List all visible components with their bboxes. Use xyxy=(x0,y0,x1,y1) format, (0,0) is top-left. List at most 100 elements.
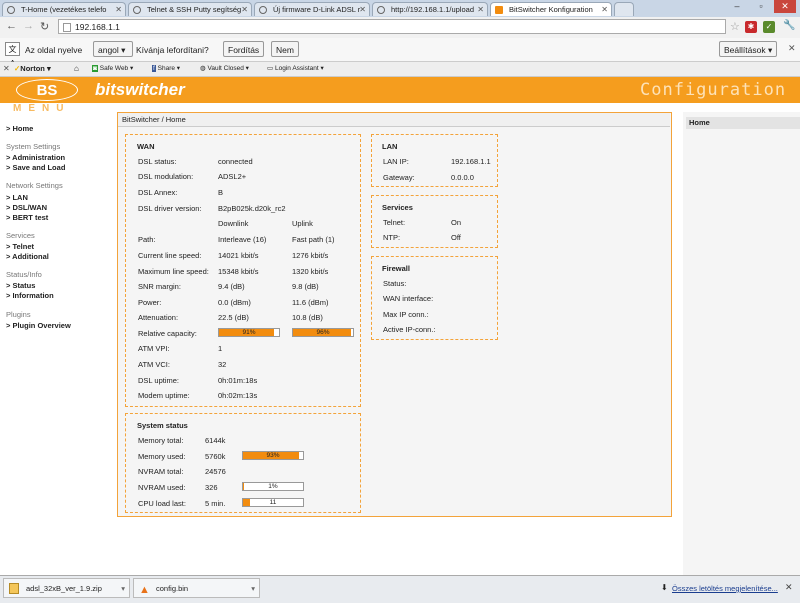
attenuation-label: Attenuation: xyxy=(138,313,179,322)
close-icon[interactable]: ✕ xyxy=(115,3,122,16)
breadcrumb: BitSwitcher / Home xyxy=(118,113,670,127)
close-icon[interactable]: ✕ xyxy=(788,43,796,54)
memory-used-bar: 93% xyxy=(242,451,304,460)
power-up: 11.6 (dBm) xyxy=(292,298,329,307)
active-ip-conn-label: Active IP-conn.: xyxy=(383,325,436,334)
right-panel-home[interactable]: Home xyxy=(686,117,800,129)
close-icon[interactable]: ✕ xyxy=(241,3,248,16)
close-icon[interactable]: ✕ xyxy=(359,3,366,16)
browser-tab[interactable]: Új firmware D-Link ADSL r ✕ xyxy=(254,2,370,16)
sidebar-item-status[interactable]: > Status xyxy=(6,281,35,290)
translate-icon: 文A xyxy=(5,42,20,68)
attenuation-down: 22.5 (dB) xyxy=(218,313,249,322)
download-arrow-icon: ⬇ xyxy=(661,583,668,592)
safe-web-menu[interactable]: ◙ Safe Web ▾ xyxy=(92,62,133,76)
download-item[interactable]: adsl_32xB_ver_1.9.zip ▾ xyxy=(3,578,130,598)
dsl-annex-value: B xyxy=(218,188,224,197)
services-title: Services xyxy=(382,203,413,212)
sidebar-section-title: Status/Info xyxy=(6,270,42,279)
window-close-icon[interactable]: ✕ xyxy=(774,0,796,13)
extension-icon[interactable]: ✓ xyxy=(763,21,775,33)
modem-uptime-value: 0h:02m:13s xyxy=(218,391,258,400)
current-speed-down: 14021 kbit/s xyxy=(218,251,259,260)
close-icon[interactable]: ✕ xyxy=(477,3,484,16)
wan-interface-label: WAN interface: xyxy=(383,294,434,303)
sidebar-section-title: System Settings xyxy=(6,142,61,151)
bs-logo: BS xyxy=(16,79,78,101)
close-icon[interactable]: ✕ xyxy=(3,62,10,76)
max-speed-down: 15348 kbit/s xyxy=(218,267,259,276)
telnet-value: On xyxy=(451,218,462,227)
vault-menu[interactable]: ◍ Vault Closed ▾ xyxy=(200,62,249,76)
back-arrow-icon[interactable]: ← xyxy=(6,20,17,32)
snr-up: 9.8 (dB) xyxy=(292,282,319,291)
language-select[interactable]: angol ▾ xyxy=(93,41,133,57)
browser-tab[interactable]: http://192.168.1.1/upload ✕ xyxy=(372,2,488,16)
url-bar[interactable]: 192.168.1.1 xyxy=(58,19,726,34)
maximize-icon[interactable]: ▫ xyxy=(750,0,772,13)
sidebar-item-telnet[interactable]: > Telnet xyxy=(6,242,34,251)
sidebar-item-additional[interactable]: > Additional xyxy=(6,252,49,261)
chevron-down-icon[interactable]: ▾ xyxy=(121,579,125,599)
dsl-uptime-label: DSL uptime: xyxy=(138,376,179,385)
norton-toolbar: ✕ ✓Norton ▾ ⌂ ◙ Safe Web ▾ f Share ▾ ◍ V… xyxy=(0,62,800,77)
translate-question: Kívánja lefordítani? xyxy=(136,45,209,55)
chevron-down-icon[interactable]: ▾ xyxy=(251,579,255,599)
bookmark-star-icon[interactable]: ☆ xyxy=(730,20,740,33)
sidebar-item-plugin-overview[interactable]: > Plugin Overview xyxy=(6,321,71,330)
sidebar-section-title: Network Settings xyxy=(6,181,63,190)
nvram-used-value: 326 xyxy=(205,483,218,492)
browser-tab-active[interactable]: BitSwitcher Konfiguration ✕ xyxy=(490,2,612,16)
sidebar-item-administration[interactable]: > Administration xyxy=(6,153,65,162)
new-tab-button[interactable] xyxy=(614,2,634,16)
wrench-menu-icon[interactable]: 🔧 xyxy=(783,20,795,31)
show-all-downloads-link[interactable]: Összes letöltés megjelenítése... xyxy=(672,584,778,593)
login-assistant-menu[interactable]: ▭ Login Assistant ▾ xyxy=(267,62,324,76)
url-text: 192.168.1.1 xyxy=(75,22,120,32)
ntp-label: NTP: xyxy=(383,233,401,242)
memory-total-value: 6144k xyxy=(205,436,226,445)
download-item[interactable]: ▲ config.bin ▾ xyxy=(133,578,260,598)
memory-used-value: 5760k xyxy=(205,452,226,461)
attenuation-up: 10.8 (dB) xyxy=(292,313,323,322)
lan-ip-label: LAN IP: xyxy=(383,157,409,166)
max-speed-label: Maximum line speed: xyxy=(138,267,209,276)
no-translate-button[interactable]: Nem xyxy=(271,41,299,57)
translate-settings-button[interactable]: Beállítások ▾ xyxy=(719,41,778,57)
memory-used-label: Memory used: xyxy=(138,452,186,461)
system-status-title: System status xyxy=(137,421,188,430)
page-icon xyxy=(7,6,15,14)
close-icon[interactable]: ✕ xyxy=(601,3,608,16)
sidebar-section-title: Services xyxy=(6,231,35,240)
tab-label: BitSwitcher Konfiguration xyxy=(509,5,593,14)
sidebar-item-save-and-load[interactable]: > Save and Load xyxy=(6,163,65,172)
close-icon[interactable]: ✕ xyxy=(785,582,793,593)
dsl-status-value: connected xyxy=(218,157,253,166)
sidebar-item-home[interactable]: > Home xyxy=(6,124,33,133)
forward-arrow-icon[interactable]: → xyxy=(23,20,34,32)
norton-menu[interactable]: ✓Norton ▾ xyxy=(14,62,51,76)
modem-uptime-label: Modem uptime: xyxy=(138,391,190,400)
reload-icon[interactable]: ↻ xyxy=(40,20,49,33)
dsl-driver-label: DSL driver version: xyxy=(138,204,202,213)
telnet-label: Telnet: xyxy=(383,218,406,227)
page-icon xyxy=(259,6,267,14)
extension-icon[interactable]: ✱ xyxy=(745,21,757,33)
translate-prefix: Az oldal nyelve xyxy=(25,45,83,55)
browser-tab[interactable]: Telnet & SSH Putty segítség ✕ xyxy=(128,2,252,16)
relative-capacity-up-bar: 96% xyxy=(292,328,354,337)
sidebar-item-information[interactable]: > Information xyxy=(6,291,54,300)
nvram-total-label: NVRAM total: xyxy=(138,467,184,476)
path-up: Fast path (1) xyxy=(292,235,335,244)
atm-vpi-value: 1 xyxy=(218,344,223,353)
browser-tab[interactable]: T-Home (vezetékes telefo ✕ xyxy=(2,2,126,16)
share-menu[interactable]: f Share ▾ xyxy=(152,62,180,76)
sidebar-item-bert-test[interactable]: > BERT test xyxy=(6,213,48,222)
home-icon[interactable]: ⌂ xyxy=(74,62,79,76)
power-down: 0.0 (dBm) xyxy=(218,298,251,307)
sidebar-item-dsl-wan[interactable]: > DSL/WAN xyxy=(6,203,47,212)
cpu-load-label: CPU load last: xyxy=(138,499,186,508)
translate-button[interactable]: Fordítás xyxy=(223,41,265,57)
sidebar-item-lan[interactable]: > LAN xyxy=(6,193,28,202)
minimize-icon[interactable]: – xyxy=(726,0,748,13)
